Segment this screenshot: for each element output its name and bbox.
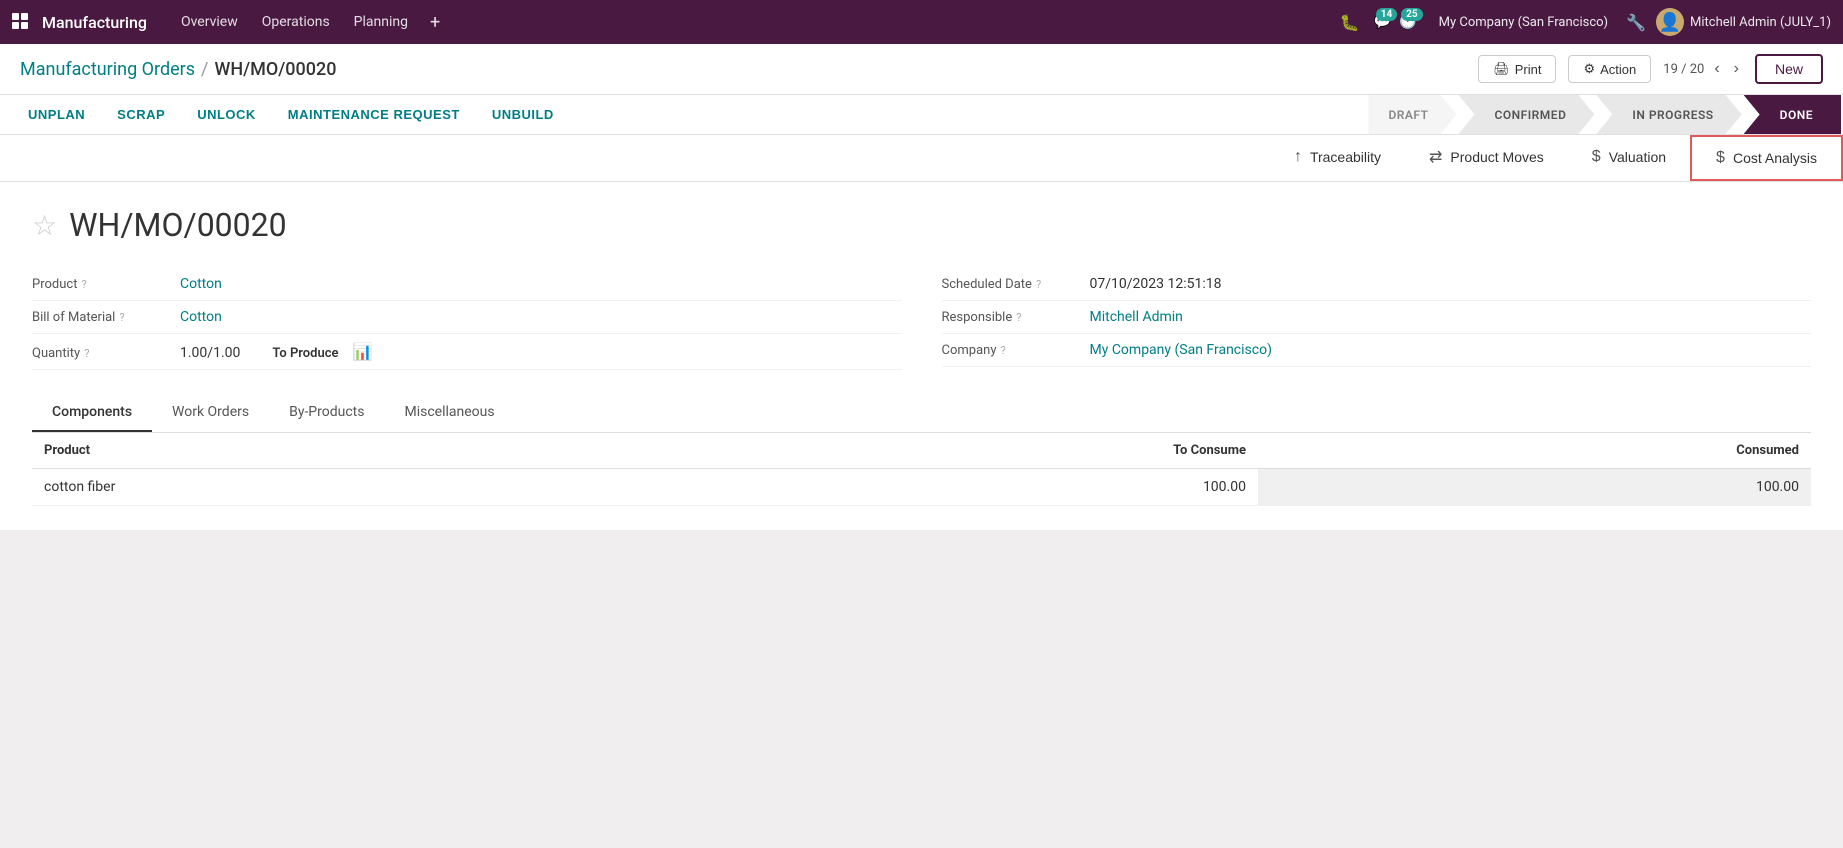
record-title: WH/MO/00020	[69, 206, 287, 244]
col-consumed: Consumed	[1258, 433, 1811, 469]
company-name: My Company (San Francisco)	[1439, 15, 1608, 30]
nav-overview[interactable]: Overview	[171, 8, 248, 36]
tab-cost-analysis[interactable]: $ Cost Analysis	[1690, 135, 1843, 181]
print-icon: 🖨	[1493, 61, 1510, 77]
breadcrumb-separator: /	[201, 59, 208, 80]
scheduled-date-row: Scheduled Date ? 07/10/2023 12:51:18	[942, 268, 1812, 301]
components-table: Product To Consume Consumed cotton fiber…	[32, 433, 1811, 506]
unbuild-button[interactable]: UNBUILD	[476, 95, 570, 134]
company-help-icon[interactable]: ?	[1000, 344, 1005, 357]
user-avatar: 👤	[1656, 8, 1684, 36]
top-tabs-bar: ↑ Traceability ⇄ Product Moves $ Valuati…	[0, 135, 1843, 182]
form-grid: Product ? Cotton Bill of Material ? Cott…	[32, 268, 1811, 370]
favorite-star[interactable]: ☆	[32, 209, 57, 242]
product-value[interactable]: Cotton	[180, 276, 222, 292]
app-name: Manufacturing	[42, 13, 147, 32]
responsible-help-icon[interactable]: ?	[1016, 311, 1021, 324]
tab-by-products[interactable]: By-Products	[269, 394, 384, 432]
traceability-icon: ↑	[1294, 148, 1302, 166]
unplan-button[interactable]: UNPLAN	[12, 95, 101, 134]
cost-analysis-icon: $	[1716, 149, 1725, 167]
tab-components[interactable]: Components	[32, 394, 152, 432]
valuation-icon: $	[1592, 148, 1601, 166]
top-navigation: Manufacturing Overview Operations Planni…	[0, 0, 1843, 44]
to-produce-label: To Produce	[272, 346, 338, 361]
user-menu[interactable]: 👤 Mitchell Admin (JULY_1)	[1656, 8, 1831, 36]
tab-valuation[interactable]: $ Valuation	[1568, 135, 1690, 181]
status-draft[interactable]: DRAFT	[1368, 95, 1456, 134]
page-info: 19 / 20	[1663, 62, 1704, 77]
page-navigation: 19 / 20 ‹ ›	[1663, 58, 1743, 80]
row-product: cotton fiber	[32, 469, 640, 506]
responsible-label: Responsible ?	[942, 310, 1082, 325]
product-row: Product ? Cotton	[32, 268, 902, 301]
breadcrumb-actions: 🖨 Print ⚙ Action 19 / 20 ‹ › New	[1478, 54, 1823, 84]
company-value[interactable]: My Company (San Francisco)	[1090, 342, 1272, 358]
status-done[interactable]: DONE	[1744, 95, 1841, 134]
new-button[interactable]: New	[1755, 54, 1823, 84]
action-buttons-section: UNPLAN SCRAP UNLOCK MAINTENANCE REQUEST …	[0, 95, 1368, 134]
breadcrumb-current: WH/MO/00020	[214, 59, 336, 80]
row-to-consume: 100.00	[640, 469, 1258, 506]
action-button[interactable]: ⚙ Action	[1568, 55, 1651, 83]
scheduled-date-label: Scheduled Date ?	[942, 277, 1082, 292]
form-right: Scheduled Date ? 07/10/2023 12:51:18 Res…	[942, 268, 1812, 370]
scrap-button[interactable]: SCRAP	[101, 95, 181, 134]
table-row: cotton fiber 100.00 100.00	[32, 469, 1811, 506]
company-label: Company ?	[942, 343, 1082, 358]
status-in-progress[interactable]: IN PROGRESS	[1596, 95, 1741, 134]
inner-tabs: Components Work Orders By-Products Misce…	[32, 394, 1811, 433]
print-button[interactable]: 🖨 Print	[1478, 55, 1556, 83]
company-row: Company ? My Company (San Francisco)	[942, 334, 1812, 367]
scheduled-date-help-icon[interactable]: ?	[1036, 278, 1041, 291]
activity-badge: 25	[1401, 8, 1422, 21]
tab-miscellaneous[interactable]: Miscellaneous	[384, 394, 514, 432]
breadcrumb-parent[interactable]: Manufacturing Orders	[20, 59, 195, 80]
status-steps: DRAFT CONFIRMED IN PROGRESS DONE	[1368, 95, 1843, 134]
bom-label: Bill of Material ?	[32, 310, 172, 325]
responsible-row: Responsible ? Mitchell Admin	[942, 301, 1812, 334]
activity-badge-wrap[interactable]: 🕐 25	[1399, 14, 1416, 30]
chat-badge-wrap[interactable]: 💬 14	[1374, 14, 1391, 30]
breadcrumb: Manufacturing Orders / WH/MO/00020	[20, 59, 336, 80]
user-name: Mitchell Admin (JULY_1)	[1690, 15, 1831, 30]
action-status-row: UNPLAN SCRAP UNLOCK MAINTENANCE REQUEST …	[0, 95, 1843, 135]
product-moves-icon: ⇄	[1429, 147, 1442, 167]
tab-work-orders[interactable]: Work Orders	[152, 394, 269, 432]
bom-help-icon[interactable]: ?	[119, 311, 124, 324]
main-content: ☆ WH/MO/00020 Product ? Cotton Bill of M…	[0, 182, 1843, 530]
nav-planning[interactable]: Planning	[344, 8, 418, 36]
bug-icon[interactable]: 🐛	[1332, 9, 1368, 36]
col-product: Product	[32, 433, 640, 469]
product-label: Product ?	[32, 277, 172, 292]
breadcrumb-bar: Manufacturing Orders / WH/MO/00020 🖨 Pri…	[0, 44, 1843, 95]
maintenance-request-button[interactable]: MAINTENANCE REQUEST	[272, 95, 476, 134]
app-grid-icon[interactable]	[12, 13, 30, 31]
bom-row: Bill of Material ? Cotton	[32, 301, 902, 334]
chat-badge: 14	[1376, 8, 1397, 21]
tab-traceability[interactable]: ↑ Traceability	[1270, 135, 1405, 181]
nav-add-icon[interactable]: +	[422, 8, 448, 37]
next-page-button[interactable]: ›	[1730, 58, 1743, 80]
status-confirmed[interactable]: CONFIRMED	[1459, 95, 1595, 134]
quantity-label: Quantity ?	[32, 346, 172, 361]
nav-operations[interactable]: Operations	[252, 8, 340, 36]
responsible-value[interactable]: Mitchell Admin	[1090, 309, 1183, 325]
product-help-icon[interactable]: ?	[81, 278, 86, 291]
gear-icon: ⚙	[1583, 61, 1595, 77]
quantity-row: Quantity ? 1.00/1.00 To Produce 📊	[32, 334, 902, 370]
prev-page-button[interactable]: ‹	[1710, 58, 1723, 80]
quantity-value: 1.00/1.00	[180, 345, 240, 361]
chart-icon[interactable]: 📊	[353, 342, 373, 361]
settings-icon[interactable]: 🔧	[1620, 9, 1652, 36]
bom-value[interactable]: Cotton	[180, 309, 222, 325]
scheduled-date-value: 07/10/2023 12:51:18	[1090, 276, 1222, 292]
quantity-help-icon[interactable]: ?	[84, 347, 89, 360]
col-to-consume: To Consume	[640, 433, 1258, 469]
tab-product-moves[interactable]: ⇄ Product Moves	[1405, 135, 1568, 181]
record-header: ☆ WH/MO/00020	[32, 206, 1811, 244]
form-left: Product ? Cotton Bill of Material ? Cott…	[32, 268, 902, 370]
unlock-button[interactable]: UNLOCK	[181, 95, 272, 134]
row-consumed: 100.00	[1258, 469, 1811, 506]
